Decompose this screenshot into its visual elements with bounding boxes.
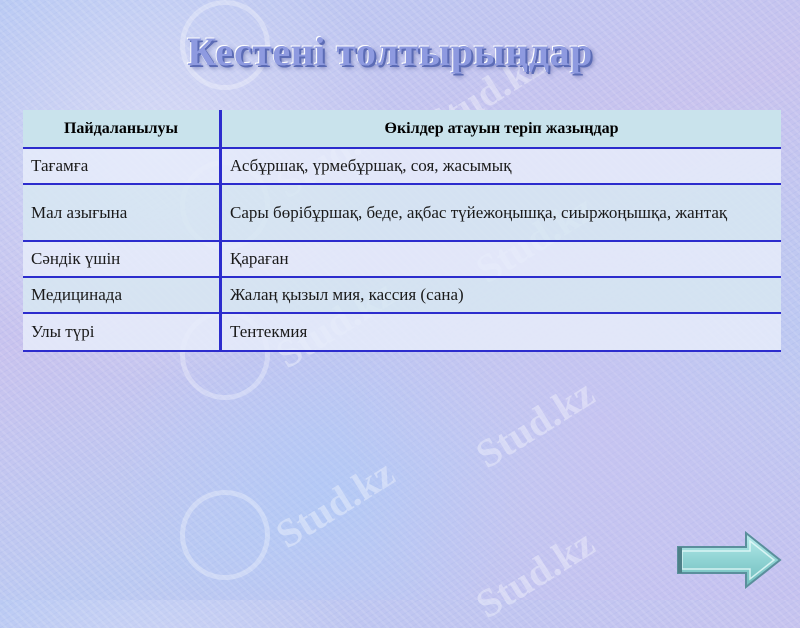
watermark: Stud.kz xyxy=(467,519,603,628)
table-row: Тағамға Асбұршақ, үрмебұршақ, соя, жасым… xyxy=(23,148,781,185)
watermark: Stud.kz xyxy=(267,449,403,558)
cell-examples: Сары бөрібұршақ, беде, ақбас түйежоңышқа… xyxy=(220,184,781,242)
table-header-row: Пайдаланылуы Өкілдер атауын теріп жазыңд… xyxy=(23,110,781,149)
cell-use: Сәндік үшін xyxy=(23,241,222,278)
fill-in-table: Пайдаланылуы Өкілдер атауын теріп жазыңд… xyxy=(23,110,781,352)
arrow-right-icon xyxy=(677,530,782,590)
cell-use: Тағамға xyxy=(23,148,222,185)
cell-examples: Жалаң қызыл мия, кассия (сана) xyxy=(220,277,781,314)
table-row: Мал азығына Сары бөрібұршақ, беде, ақбас… xyxy=(23,184,781,242)
table-row: Сәндік үшін Қараған xyxy=(23,241,781,278)
watermark-logo xyxy=(180,490,270,580)
cell-use: Медицинада xyxy=(23,277,222,314)
next-slide-button[interactable] xyxy=(676,530,782,590)
cell-examples: Қараған xyxy=(220,241,781,278)
slide-title: Кестені толтырыңдар xyxy=(187,29,593,74)
column-header-use: Пайдаланылуы xyxy=(23,110,222,149)
cell-examples: Тентекмия xyxy=(220,313,781,352)
cell-examples: Асбұршақ, үрмебұршақ, соя, жасымық xyxy=(220,148,781,185)
table-row: Медицинада Жалаң қызыл мия, кассия (сана… xyxy=(23,277,781,314)
table-row: Улы түрі Тентекмия xyxy=(23,313,781,352)
column-header-examples: Өкілдер атауын теріп жазыңдар xyxy=(220,110,781,149)
cell-use: Мал азығына xyxy=(23,184,222,242)
watermark: Stud.kz xyxy=(467,369,603,478)
cell-use: Улы түрі xyxy=(23,313,222,352)
